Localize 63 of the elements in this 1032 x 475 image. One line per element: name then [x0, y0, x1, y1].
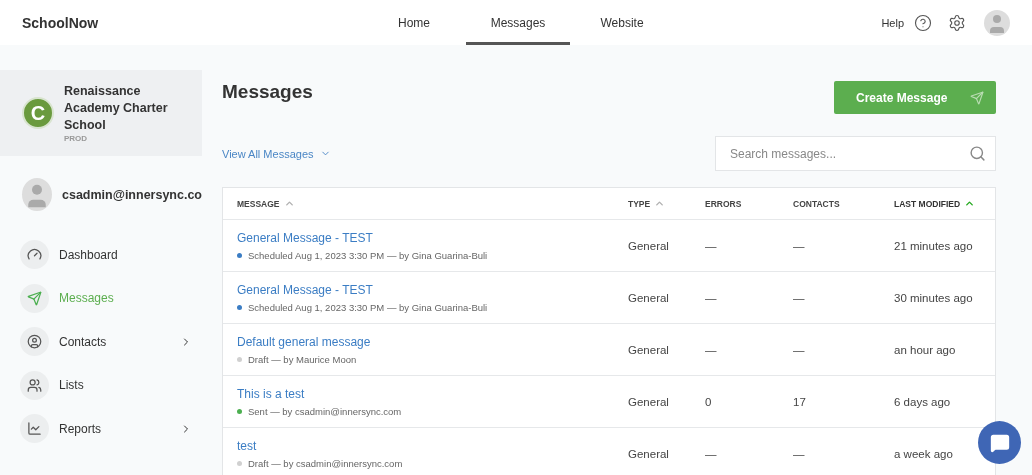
help-icon[interactable] — [914, 13, 932, 32]
table-cell-text: 6 days ago — [894, 395, 952, 408]
organization-name: Renaissance Academy Charter School — [64, 83, 169, 134]
column-header[interactable]: ERRORS — [705, 188, 793, 219]
message-title-link[interactable]: This is a test — [237, 386, 628, 401]
chart-icon — [20, 414, 49, 444]
environment-label: PROD — [64, 134, 89, 143]
user-avatar-icon — [22, 178, 52, 211]
table-cell-text: General — [628, 239, 670, 252]
search-field[interactable]: Search messages... — [715, 136, 996, 171]
table-cell-text: — — [793, 447, 806, 460]
table-cell-text: General — [628, 395, 670, 408]
table-cell-text: 21 minutes ago — [894, 239, 974, 252]
table-cell-text: General — [628, 447, 670, 460]
message-status: Sent — by csadmin@innersync.com — [248, 405, 402, 417]
sidebar-item[interactable]: Dashboard — [0, 233, 202, 277]
table-cell-text: General — [628, 343, 670, 356]
table-cell-text: General — [628, 291, 670, 304]
column-header[interactable]: TYPE — [628, 188, 705, 219]
column-header[interactable]: LAST MODIFIED — [894, 188, 995, 219]
brand-logo: SchoolNow — [22, 14, 100, 31]
sidebar-item[interactable]: Contacts — [0, 320, 202, 364]
organization-card[interactable]: C Renaissance Academy Charter School PROD — [0, 70, 202, 156]
chat-bubble-icon — [989, 432, 1010, 453]
page-title: Messages — [222, 81, 313, 103]
sidebar-item[interactable]: Lists — [0, 363, 202, 407]
table-cell-text: 0 — [705, 395, 713, 408]
paper-plane-icon — [970, 90, 984, 105]
table-cell-text: — — [705, 239, 718, 252]
filter-dropdown[interactable]: View All Messages — [222, 147, 331, 160]
table-cell-text: — — [793, 291, 806, 304]
column-header[interactable]: MESSAGE — [237, 188, 628, 219]
table-cell-text: an hour ago — [894, 343, 957, 356]
message-title-link[interactable]: Default general message — [237, 334, 628, 349]
nav-tab[interactable]: Website — [570, 0, 674, 45]
message-title-link[interactable]: test — [237, 438, 628, 453]
message-status: Draft — by Maurice Moon — [248, 353, 357, 365]
column-header[interactable]: CONTACTS — [793, 188, 894, 219]
message-title-link[interactable]: General Message - TEST — [237, 282, 628, 297]
table-cell-text: — — [793, 343, 806, 356]
sidebar-item[interactable]: Reports — [0, 407, 202, 451]
table-cell-text: — — [793, 239, 806, 252]
table-cell-text: a week ago — [894, 447, 954, 460]
message-status: Scheduled Aug 1, 2023 3:30 PM — by Gina Guarina-Buli — [248, 301, 488, 313]
table-cell-text: 17 — [793, 395, 807, 408]
message-status: Scheduled Aug 1, 2023 3:30 PM — by Gina Guarina-Buli — [248, 249, 488, 261]
settings-icon[interactable] — [948, 13, 966, 32]
nav-tab[interactable]: Home — [362, 0, 466, 45]
person-icon — [20, 327, 49, 357]
table-cell-text: 30 minutes ago — [894, 291, 974, 304]
help-link[interactable]: Help — [881, 16, 904, 29]
table-cell-text: — — [705, 343, 718, 356]
message-status: Draft — by csadmin@innersync.com — [248, 457, 403, 469]
message-title-link[interactable]: General Message - TEST — [237, 230, 628, 245]
gauge-icon — [20, 240, 49, 270]
nav-tab[interactable]: Messages — [466, 0, 570, 45]
organization-logo: C — [22, 97, 54, 129]
paper-plane-icon — [20, 283, 49, 313]
search-icon[interactable] — [969, 145, 986, 162]
table-cell-text: — — [705, 291, 718, 304]
people-icon — [20, 370, 49, 400]
table-cell-text: — — [705, 447, 718, 460]
user-email: csadmin@innersync.co — [62, 187, 202, 202]
